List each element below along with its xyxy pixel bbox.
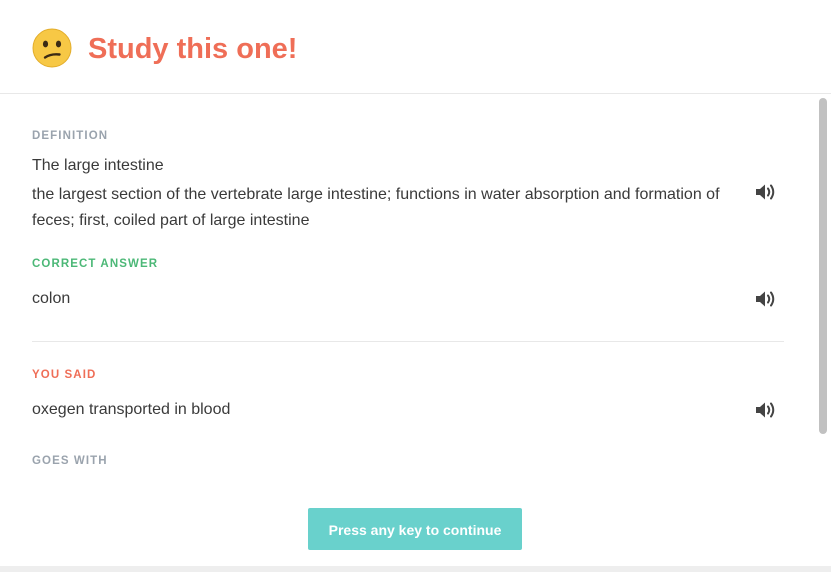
definition-speaker-icon[interactable] [754, 182, 776, 202]
you-said-label: YOU SAID [32, 369, 97, 381]
bottom-edge [0, 566, 831, 572]
you-said-value: oxegen transported in blood [32, 401, 231, 418]
study-feedback-page: Study this one! DEFINITION The large int… [0, 0, 831, 572]
confused-face-icon [32, 28, 72, 68]
correct-answer-label: CORRECT ANSWER [32, 258, 159, 270]
you-said-speaker-icon[interactable] [754, 400, 776, 420]
page-title: Study this one! [88, 33, 298, 65]
feedback-content[interactable]: DEFINITION The large intestine the large… [0, 95, 816, 488]
definition-label: DEFINITION [32, 130, 109, 142]
correct-answer-value: colon [32, 290, 71, 307]
continue-button[interactable]: Press any key to continue [308, 508, 522, 550]
footer: Press any key to continue [0, 488, 831, 566]
definition-description: the largest section of the vertebrate la… [32, 186, 720, 229]
section-divider [32, 341, 784, 342]
correct-answer-speaker-icon[interactable] [754, 289, 776, 309]
goes-with-label: GOES WITH [32, 455, 108, 467]
definition-term: The large intestine [32, 157, 164, 174]
scrollbar-thumb[interactable] [819, 98, 827, 434]
header: Study this one! [0, 0, 831, 94]
